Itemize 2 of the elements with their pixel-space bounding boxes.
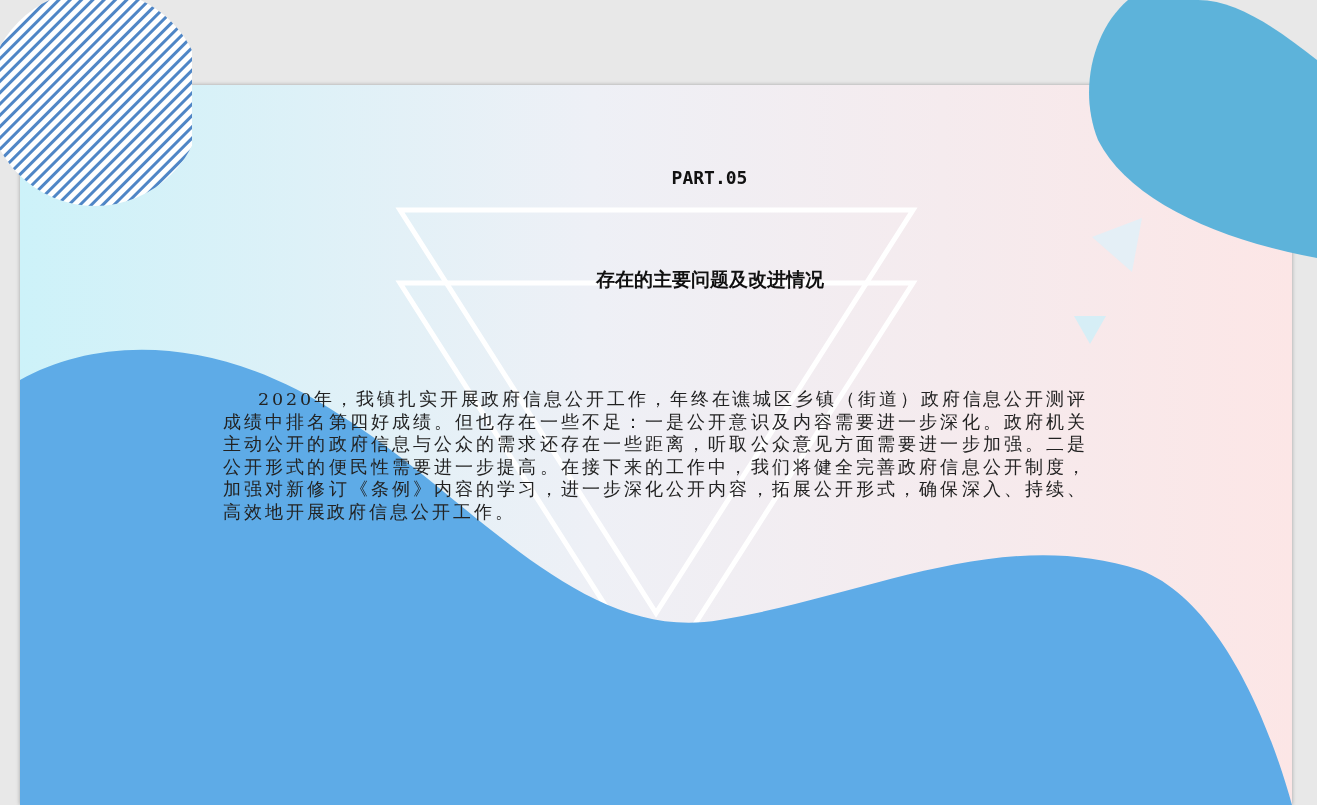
slide-title: 存在的主要问题及改进情况 <box>595 267 825 292</box>
part-label: PART.05 <box>671 167 748 188</box>
